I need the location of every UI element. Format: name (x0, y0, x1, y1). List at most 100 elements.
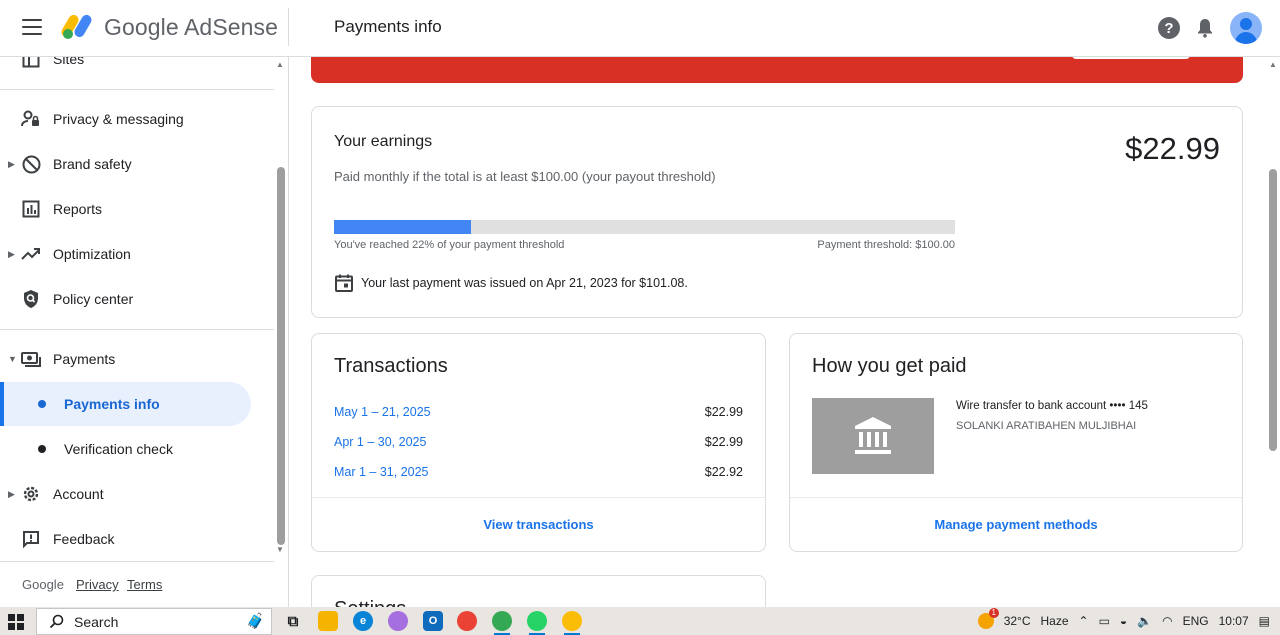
sidebar-item-label: Reports (53, 201, 103, 217)
privacy-link[interactable]: Privacy (76, 577, 119, 592)
weather-condition: Haze (1040, 614, 1069, 628)
earnings-card: Your earnings Paid monthly if the total … (311, 106, 1243, 318)
sidebar-divider (0, 89, 274, 90)
how-you-get-paid-card: How you get paid Wire transfer to bank a… (789, 333, 1243, 552)
sidebar-item-privacy-messaging[interactable]: Privacy & messaging (0, 97, 274, 141)
main-scrollbar[interactable]: ▲ (1266, 57, 1280, 607)
sidebar-item-label: Account (53, 486, 104, 502)
transaction-date-link[interactable]: Apr 1 – 30, 2025 (334, 435, 426, 449)
sidebar-item-brand-safety[interactable]: ▶ Brand safety (0, 142, 274, 186)
view-transactions-link[interactable]: View transactions (483, 517, 593, 532)
account-avatar[interactable] (1230, 12, 1262, 44)
bank-icon (812, 398, 934, 474)
calendar-icon (335, 274, 353, 292)
sidebar-item-feedback[interactable]: Feedback (0, 517, 274, 561)
transaction-date-link[interactable]: May 1 – 21, 2025 (334, 405, 431, 419)
block-icon (21, 154, 41, 174)
sidebar-item-label: Policy center (53, 291, 134, 307)
taskbar-search-box[interactable]: Search 🧳 (36, 608, 272, 635)
sidebar-item-verification-check[interactable]: Verification check (0, 427, 251, 471)
progress-reached-text: You've reached 22% of your payment thres… (334, 239, 565, 251)
volume-icon[interactable]: 🔈 (1137, 614, 1152, 628)
wifi-icon[interactable]: ◠ (1162, 614, 1172, 628)
sidebar-item-label: Sites (53, 57, 85, 67)
earnings-amount: $22.99 (1125, 131, 1220, 166)
weather-temp: 32°C (1003, 614, 1031, 628)
how-paid-footer: Manage payment methods (790, 497, 1242, 551)
transaction-date-link[interactable]: Mar 1 – 31, 2025 (334, 465, 429, 479)
search-highlight-icon: 🧳 (246, 613, 265, 630)
notifications-icon[interactable]: ▤ (1259, 614, 1270, 628)
earnings-subtitle: Paid monthly if the total is at least $1… (334, 169, 716, 184)
transaction-row: Apr 1 – 30, 2025 $22.99 (334, 435, 743, 455)
sidebar-item-label: Privacy & messaging (53, 111, 184, 127)
settings-title: Settings (334, 598, 406, 607)
bullet-dot (38, 400, 46, 408)
windows-taskbar: Search 🧳 ⧉ e O 32°C Haze ⌃ ▭ ◒ 🔈 ◠ ENG 1… (0, 607, 1280, 635)
sidebar-item-label: Optimization (53, 246, 131, 262)
expand-caret-icon[interactable]: ▶ (8, 249, 15, 260)
alert-banner-action-button[interactable] (1072, 57, 1190, 59)
task-view-icon[interactable]: ⧉ (283, 611, 303, 631)
topbar-divider (288, 8, 289, 46)
expand-caret-icon[interactable]: ▶ (8, 489, 15, 500)
manage-payment-methods-link[interactable]: Manage payment methods (934, 517, 1097, 532)
terms-link[interactable]: Terms (127, 577, 162, 592)
sidebar-scrollbar[interactable]: ▲ ▼ (276, 57, 286, 561)
clock-time[interactable]: 10:07 (1219, 614, 1249, 628)
notifications-bell-icon[interactable] (1194, 17, 1216, 39)
file-explorer-icon[interactable] (318, 611, 338, 631)
chrome-active-icon[interactable] (562, 611, 582, 635)
outlook-icon[interactable]: O (423, 611, 443, 631)
system-tray: 32°C Haze ⌃ ▭ ◒ 🔈 ◠ ENG 10:07 ▤ (977, 607, 1280, 635)
sidebar-scroll-thumb[interactable] (277, 167, 285, 545)
sidebar-item-label: Brand safety (53, 156, 132, 172)
feedback-icon (21, 529, 41, 549)
sidebar-item-account[interactable]: ▶ Account (0, 472, 274, 516)
scroll-up-arrow-icon[interactable]: ▲ (1269, 60, 1277, 69)
expand-caret-icon[interactable]: ▶ (8, 159, 15, 170)
payments-icon (21, 349, 41, 369)
show-hidden-icons-chevron-icon[interactable]: ⌃ (1079, 614, 1089, 628)
sidebar-item-payments[interactable]: ▼ Payments (0, 337, 274, 381)
collapse-caret-icon[interactable]: ▼ (8, 354, 17, 364)
sidebar-item-optimization[interactable]: ▶ Optimization (0, 232, 274, 276)
sidebar-item-label: Verification check (64, 441, 173, 457)
gear-icon (21, 484, 41, 504)
brand-name: Google AdSense (104, 14, 279, 40)
trending-up-icon (21, 244, 41, 264)
network-icon[interactable]: ◒ (1120, 614, 1127, 628)
sidebar-item-sites[interactable]: Sites (0, 57, 274, 81)
bar-chart-icon (21, 199, 41, 219)
sidebar-item-label: Payments info (64, 396, 160, 412)
chrome-icon[interactable] (457, 611, 477, 631)
scroll-up-arrow-icon[interactable]: ▲ (276, 60, 284, 69)
transaction-amount: $22.99 (704, 435, 743, 449)
sidebar-item-policy-center[interactable]: Policy center (0, 277, 274, 321)
edge-browser-icon[interactable]: e (353, 611, 373, 631)
transactions-card: Transactions May 1 – 21, 2025 $22.99 Apr… (311, 333, 766, 552)
alert-banner (311, 57, 1243, 83)
threshold-progress-bar (334, 220, 955, 234)
weather-icon[interactable] (977, 608, 999, 629)
help-icon[interactable]: ? (1158, 17, 1180, 39)
chrome-profile-icon[interactable] (492, 611, 512, 635)
language-indicator[interactable]: ENG (1183, 614, 1209, 628)
search-icon (49, 614, 64, 629)
transactions-footer: View transactions (312, 497, 765, 551)
main-menu-button[interactable] (22, 19, 42, 35)
top-actions: ? (1158, 12, 1262, 44)
sidebar-item-reports[interactable]: Reports (0, 187, 274, 231)
copilot-icon[interactable] (388, 611, 408, 631)
sidebar-item-payments-info[interactable]: Payments info (0, 382, 251, 426)
transaction-row: May 1 – 21, 2025 $22.99 (334, 405, 743, 425)
scroll-down-arrow-icon[interactable]: ▼ (276, 545, 284, 554)
top-app-bar: Google AdSense Payments info ? (0, 0, 1280, 57)
whatsapp-icon[interactable] (527, 611, 547, 635)
transaction-amount: $22.92 (704, 465, 743, 479)
battery-icon[interactable]: ▭ (1099, 614, 1110, 628)
shield-search-icon (21, 289, 41, 309)
windows-start-icon[interactable] (8, 614, 24, 630)
main-scroll-thumb[interactable] (1269, 169, 1277, 451)
page-title: Payments info (334, 17, 442, 36)
